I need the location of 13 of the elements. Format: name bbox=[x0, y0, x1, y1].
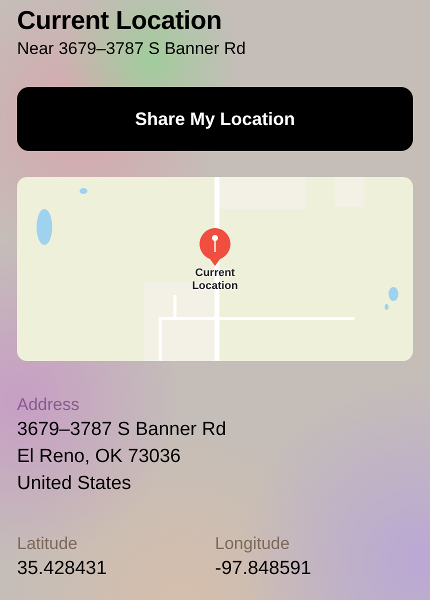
address-line: 3679–3787 S Banner Rd bbox=[17, 418, 228, 442]
address-line: United States bbox=[17, 472, 132, 496]
coordinate-value: -97.848591 bbox=[215, 557, 312, 581]
coordinate-label: Longitude bbox=[215, 533, 291, 555]
coordinate-label: Latitude bbox=[17, 533, 78, 555]
subtitle: Near 3679–3787 S Banner Rd bbox=[17, 38, 247, 60]
map-pin-icon[interactable] bbox=[198, 227, 232, 267]
share-button[interactable]: Share My Location bbox=[17, 87, 413, 151]
pin-label: Current Location bbox=[191, 267, 239, 293]
coordinate-value: 35.428431 bbox=[17, 557, 108, 581]
address-line: El Reno, OK 73036 bbox=[17, 445, 182, 469]
title: Current Location bbox=[17, 4, 223, 36]
address-label: Address bbox=[17, 394, 80, 416]
